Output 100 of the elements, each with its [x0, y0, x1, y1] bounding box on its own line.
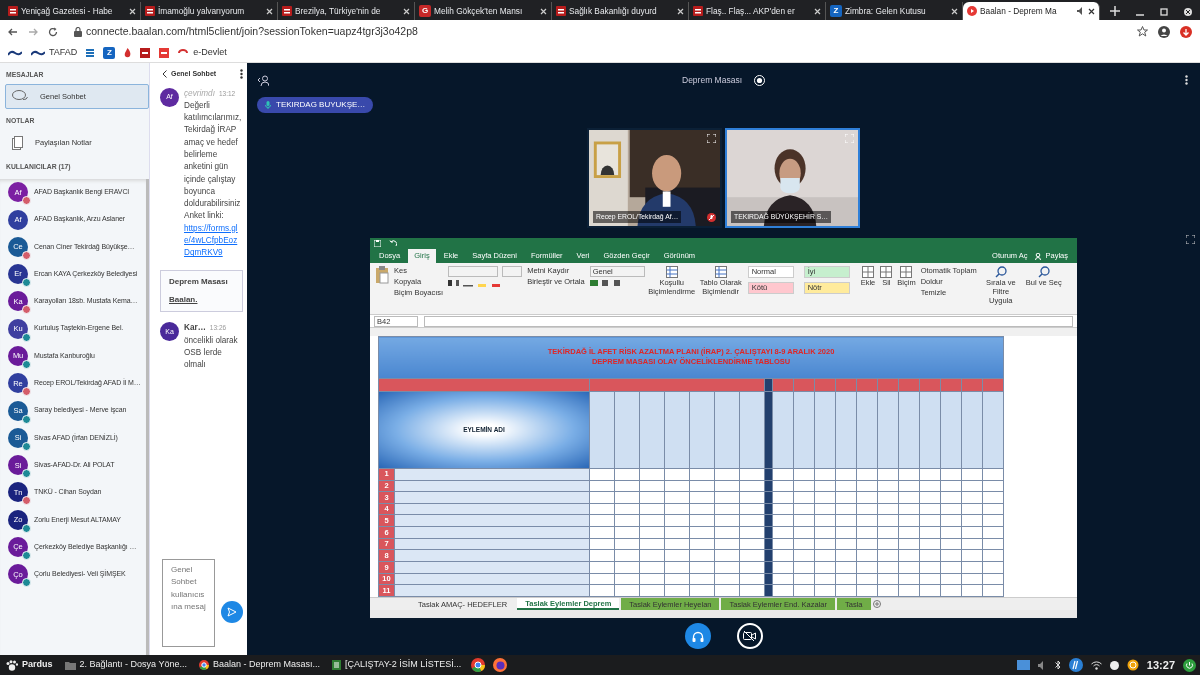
- listener-badge: [22, 360, 31, 369]
- news-icon: [145, 6, 155, 16]
- flame-icon[interactable]: [124, 47, 132, 58]
- bookmark-link[interactable]: e-Devlet: [193, 45, 227, 60]
- taskbar-window[interactable]: Baalan - Deprem Masası...: [196, 658, 322, 672]
- font-size-field[interactable]: [502, 266, 523, 277]
- spreadsheet-icon: [331, 660, 341, 670]
- stripes-icon[interactable]: [86, 47, 95, 58]
- logo-icon[interactable]: [31, 49, 45, 56]
- listener-badge: [22, 441, 31, 451]
- muted-badge: [22, 196, 31, 206]
- profile-icon[interactable]: [1158, 25, 1170, 38]
- message-link[interactable]: https://forms.gle/4wLCfpbEozDqmRKV9: [184, 222, 243, 260]
- audio-button[interactable]: [684, 623, 711, 649]
- folder-icon: [64, 660, 76, 670]
- close-icon[interactable]: [1088, 7, 1095, 15]
- font-name-field[interactable]: [448, 266, 499, 277]
- table-cells-icon: [880, 266, 893, 278]
- muted-badge: [22, 305, 31, 315]
- address-url[interactable]: connecte.baalan.com/html5client/join?sessionToken=uapz4tgr3j3o42p8: [86, 23, 1127, 40]
- save-icon[interactable]: [374, 240, 381, 247]
- taskbar-window[interactable]: [ÇALIŞTAY-2 İSİM LİSTESİ...: [329, 658, 464, 672]
- more-icon[interactable]: [1185, 75, 1188, 85]
- message-text: öncelikli olarak OSB lerde olmalı: [184, 334, 239, 372]
- browser-tab[interactable]: Baalan - Deprem Ma: [963, 2, 1100, 20]
- pinned-title: Deprem Masası: [169, 276, 229, 288]
- maximize-icon[interactable]: [1160, 8, 1168, 16]
- disc-icon[interactable]: [1109, 660, 1119, 670]
- chrome-icon[interactable]: [471, 658, 486, 672]
- talker-indicator[interactable]: TEKIRDAG BUYUKŞE…: [257, 97, 374, 113]
- power-icon[interactable]: [1183, 658, 1196, 672]
- star-icon[interactable]: [1137, 26, 1148, 37]
- record-icon[interactable]: [754, 74, 765, 86]
- news-icon: [8, 6, 18, 16]
- new-tab-icon[interactable]: [1110, 6, 1120, 16]
- clock: 13:27: [1146, 657, 1175, 673]
- screen-icon[interactable]: [1016, 660, 1030, 670]
- lock-icon: [74, 26, 82, 37]
- bluetooth-icon[interactable]: [1054, 660, 1061, 670]
- hp-logo-icon[interactable]: [1068, 658, 1083, 672]
- paw-icon: [6, 659, 18, 671]
- chrome-icon: [198, 660, 209, 670]
- more-icon[interactable]: [240, 69, 243, 80]
- update-icon[interactable]: [1180, 25, 1192, 38]
- wifi-icon[interactable]: [1090, 660, 1102, 670]
- close-icon[interactable]: [1184, 8, 1192, 16]
- formula-field[interactable]: [424, 315, 1073, 327]
- start-button[interactable]: Pardus: [4, 658, 55, 672]
- sync-icon[interactable]: [1126, 659, 1139, 671]
- message-text: Değerli katılımcılarımız, Tekirdağ İRAP amaç ve hedef belirleme anketini gün içinde çalıştay boyunca doldurabilirsiniz: [184, 99, 243, 211]
- search-icon: [994, 266, 1007, 278]
- site-logo-icon[interactable]: Z: [103, 46, 116, 59]
- camera-off-icon: [743, 631, 756, 641]
- table-cells-icon: [862, 266, 874, 278]
- site-logo-icon: G: [419, 5, 431, 17]
- site-icon[interactable]: [140, 47, 151, 58]
- message-text: Anket linki:: [184, 210, 225, 223]
- headphones-icon: [691, 630, 704, 642]
- paste-icon[interactable]: [375, 266, 389, 284]
- listener-badge: [22, 278, 31, 288]
- sender-name: Kar…: [184, 322, 206, 335]
- send-button[interactable]: [221, 601, 243, 623]
- play-icon: [967, 6, 977, 16]
- send-icon: [227, 607, 237, 617]
- bookmark-link[interactable]: TAFAD: [49, 45, 78, 60]
- person-icon: [1035, 252, 1042, 260]
- back-icon[interactable]: [8, 26, 18, 37]
- camera-button[interactable]: [736, 623, 763, 649]
- logo-icon[interactable]: [8, 49, 22, 56]
- site-icon[interactable]: [159, 47, 170, 58]
- muted-badge: [22, 250, 31, 260]
- taskbar-window[interactable]: 2. Bağlantı - Dosya Yöne...: [62, 658, 189, 672]
- add-sheet-icon[interactable]: [872, 600, 881, 608]
- listener-badge: [22, 578, 31, 588]
- pinned-text: Baalan.: [169, 295, 199, 306]
- back-icon[interactable]: [162, 70, 167, 79]
- news-icon: [693, 6, 703, 16]
- muted-badge: [22, 387, 31, 397]
- site-logo-icon: Z: [830, 5, 842, 17]
- listener-badge: [22, 469, 31, 479]
- listener-badge: [22, 523, 31, 533]
- documents-icon: [12, 135, 23, 150]
- meeting-title: Deprem Masası: [682, 73, 742, 87]
- microphone-icon: [265, 101, 271, 109]
- message-input[interactable]: Genel Sohbet kullanıcısına mesaj: [162, 559, 215, 647]
- listener-badge: [22, 414, 31, 424]
- search-icon: [1037, 266, 1050, 278]
- undo-icon[interactable]: [389, 240, 397, 247]
- fullscreen-icon[interactable]: [1186, 235, 1195, 244]
- reload-icon[interactable]: [48, 26, 58, 37]
- table-format-icon: [665, 266, 678, 278]
- table-format-icon: [714, 266, 727, 278]
- firefox-icon[interactable]: [493, 658, 508, 672]
- table-cells-icon: [900, 266, 913, 278]
- listener-badge: [22, 332, 31, 342]
- listener-badge: [22, 551, 31, 561]
- user-list-toggle-icon[interactable]: [257, 74, 269, 86]
- news-icon: [282, 6, 292, 16]
- muted-badge: [22, 496, 31, 506]
- news-icon: [556, 6, 566, 16]
